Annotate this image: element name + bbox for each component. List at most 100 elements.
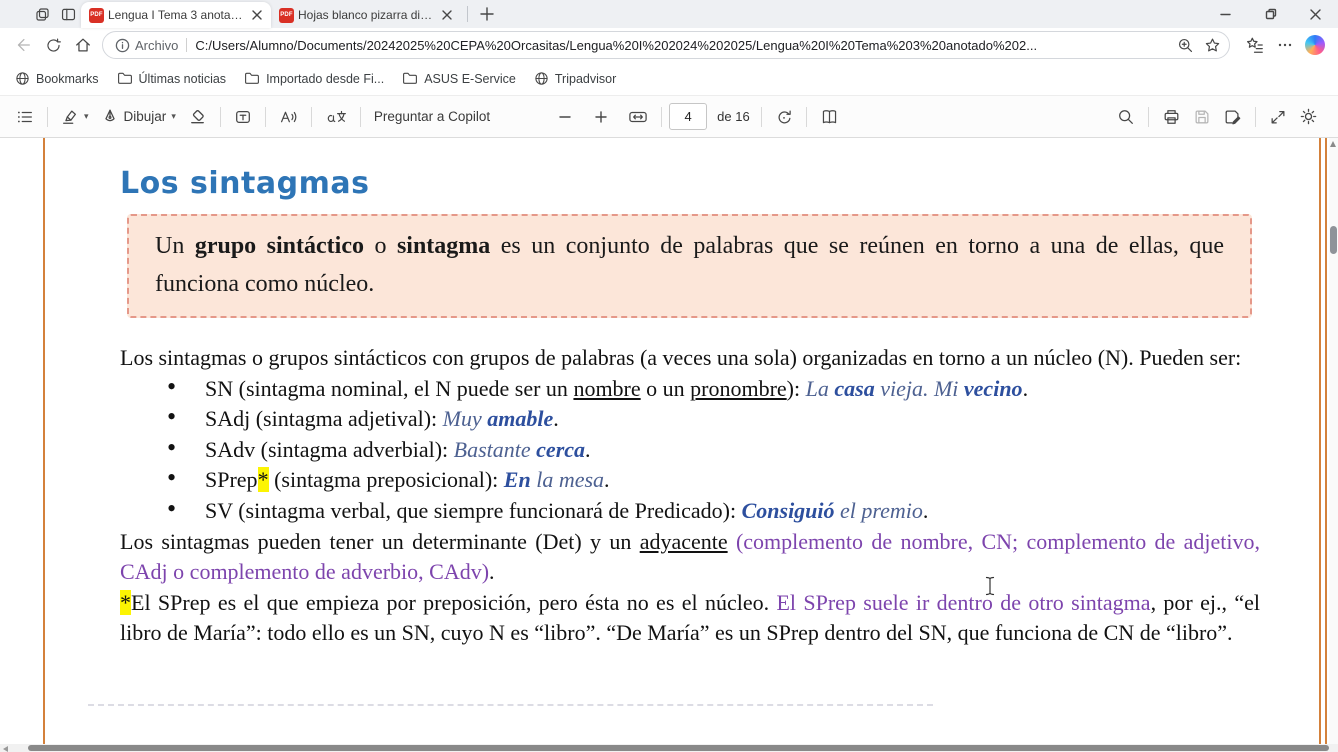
refresh-button[interactable] bbox=[38, 31, 68, 59]
favorites-bar-button[interactable] bbox=[1240, 31, 1270, 59]
horizontal-scrollbar-thumb[interactable] bbox=[28, 745, 1329, 751]
bookmark-folder-ultimas-noticias[interactable]: Últimas noticias bbox=[108, 66, 236, 91]
ask-copilot-button[interactable]: Preguntar a Copilot bbox=[368, 104, 496, 129]
pdf-toolbar-center: de 16 bbox=[552, 103, 845, 131]
read-aloud-button[interactable] bbox=[273, 103, 304, 131]
scroll-left-arrow[interactable] bbox=[3, 746, 8, 752]
bullet-item-sv: SV (sintagma verbal, que siempre funcion… bbox=[205, 496, 1260, 527]
text-segment: amable bbox=[487, 406, 553, 431]
horizontal-scrollbar[interactable] bbox=[0, 744, 1338, 752]
table-of-contents-button[interactable] bbox=[10, 103, 40, 131]
vertical-scrollbar[interactable] bbox=[1329, 138, 1338, 744]
zoom-out-button[interactable] bbox=[552, 105, 578, 129]
pen-icon bbox=[101, 108, 119, 126]
draw-button[interactable]: Dibujar ▾ bbox=[95, 103, 182, 131]
toolbar-divider bbox=[761, 107, 762, 127]
workspaces-button[interactable] bbox=[29, 2, 55, 26]
toolbar-divider bbox=[661, 107, 662, 127]
split-screen-button[interactable] bbox=[55, 2, 81, 26]
text-segment: * bbox=[258, 467, 269, 492]
bookmark-label: Bookmarks bbox=[36, 72, 99, 86]
text-segment: Los sintagmas pueden tener un determinan… bbox=[120, 529, 640, 554]
bullet-item-sadv: SAdv (sintagma adverbial): Bastante cerc… bbox=[205, 435, 1260, 466]
save-button[interactable] bbox=[1187, 103, 1217, 131]
text-segment: Los sintagmas o grupos sintácticos con g… bbox=[120, 345, 1241, 370]
fit-to-width-button[interactable] bbox=[622, 103, 654, 131]
refresh-icon bbox=[45, 37, 62, 54]
eraser-button[interactable] bbox=[182, 102, 213, 131]
tab-lengua-tema-3[interactable]: PDF Lengua I Tema 3 anotado 2025.p bbox=[81, 2, 271, 28]
tab-hojas-pizarra[interactable]: PDF Hojas blanco pizarra distancia.pdf bbox=[271, 2, 461, 28]
restore-icon bbox=[1265, 8, 1277, 20]
text-cursor bbox=[984, 576, 996, 596]
document-body: Los sintagmas o grupos sintácticos con g… bbox=[120, 343, 1260, 649]
print-button[interactable] bbox=[1156, 103, 1187, 131]
search-document-button[interactable] bbox=[1111, 103, 1141, 131]
toolbar-divider bbox=[47, 107, 48, 127]
copilot-button[interactable] bbox=[1300, 31, 1330, 59]
bookmark-label: ASUS E-Service bbox=[424, 72, 516, 86]
favorite-star-icon[interactable] bbox=[1204, 37, 1221, 54]
bookmark-folder-asus-eservice[interactable]: ASUS E-Service bbox=[393, 66, 525, 91]
tab-title: Hojas blanco pizarra distancia.pdf bbox=[298, 8, 435, 22]
settings-more-button[interactable] bbox=[1270, 31, 1300, 59]
pdf-settings-button[interactable] bbox=[1293, 102, 1324, 131]
address-divider bbox=[186, 38, 187, 52]
bookmark-label: Tripadvisor bbox=[555, 72, 616, 86]
tab-divider bbox=[467, 6, 468, 22]
text-segment: Consiguió bbox=[742, 498, 835, 523]
toolbar-divider bbox=[311, 107, 312, 127]
save-as-button[interactable] bbox=[1217, 103, 1248, 131]
document-title: Los sintagmas bbox=[120, 166, 1260, 201]
save-as-icon bbox=[1223, 108, 1242, 126]
text-segment: sintagma bbox=[397, 233, 490, 259]
home-button[interactable] bbox=[68, 31, 98, 59]
bullet-item-sn: SN (sintagma nominal, el N puede ser un … bbox=[205, 374, 1260, 405]
back-button[interactable] bbox=[8, 31, 38, 59]
sidebar-window-icon bbox=[60, 6, 77, 23]
tab-bar: PDF Lengua I Tema 3 anotado 2025.p PDF H… bbox=[0, 0, 1338, 28]
vertical-scrollbar-thumb[interactable] bbox=[1330, 226, 1337, 254]
globe-icon bbox=[534, 71, 549, 86]
tab-close-button[interactable] bbox=[249, 7, 265, 23]
restore-button[interactable] bbox=[1248, 0, 1293, 28]
pdf-toolbar-right bbox=[1111, 102, 1324, 131]
text-segment: grupo sintáctico bbox=[195, 233, 364, 259]
minimize-button[interactable] bbox=[1203, 0, 1248, 28]
profile-avatar[interactable] bbox=[6, 6, 23, 23]
bookmark-item-tripadvisor[interactable]: Tripadvisor bbox=[525, 66, 625, 91]
text-segment: adyacente bbox=[640, 529, 728, 554]
text-segment: . bbox=[1023, 376, 1029, 401]
zoom-page-icon[interactable] bbox=[1177, 37, 1194, 54]
tab-close-button[interactable] bbox=[439, 7, 455, 23]
translate-button[interactable] bbox=[319, 103, 353, 131]
text-segment: el premio bbox=[835, 498, 923, 523]
highlighter-button[interactable]: ▾ bbox=[55, 103, 95, 131]
zoom-in-button[interactable] bbox=[588, 105, 614, 129]
page-number-input[interactable] bbox=[669, 103, 707, 130]
scroll-up-arrow[interactable] bbox=[1330, 141, 1336, 147]
text-segment: . bbox=[489, 559, 495, 584]
window-controls bbox=[1203, 0, 1338, 28]
toolbar-divider bbox=[220, 107, 221, 127]
add-text-button[interactable] bbox=[228, 103, 258, 131]
close-icon bbox=[252, 10, 262, 20]
minimize-icon bbox=[1220, 9, 1231, 20]
minus-icon bbox=[558, 110, 572, 124]
rotate-button[interactable] bbox=[769, 103, 799, 131]
pdf-file-icon: PDF bbox=[89, 8, 104, 23]
bookmark-folder-importado[interactable]: Importado desde Fi... bbox=[235, 66, 393, 91]
printer-icon bbox=[1162, 108, 1181, 126]
fullscreen-button[interactable] bbox=[1263, 103, 1293, 131]
pdf-toolbar-left: ▾ Dibujar ▾ bbox=[10, 102, 496, 131]
page-total-label: de 16 bbox=[717, 109, 750, 124]
bookmark-item-bookmarks[interactable]: Bookmarks bbox=[6, 66, 108, 91]
text-segment: SAdv (sintagma adverbial): bbox=[205, 437, 454, 462]
text-segment: la mesa bbox=[531, 467, 604, 492]
definition-text: Un grupo sintáctico o sintagma es un con… bbox=[155, 227, 1224, 303]
close-window-button[interactable] bbox=[1293, 0, 1338, 28]
page-view-button[interactable] bbox=[814, 103, 845, 131]
text-segment: pronombre bbox=[690, 376, 787, 401]
address-bar[interactable]: Archivo C:/Users/Alumno/Documents/202420… bbox=[102, 31, 1230, 59]
new-tab-button[interactable] bbox=[474, 2, 500, 26]
